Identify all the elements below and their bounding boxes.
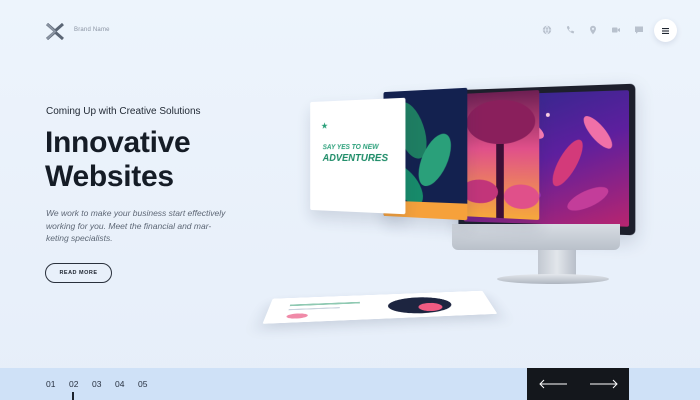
- monitor-stand-neck: [538, 250, 576, 276]
- arrow-right-icon[interactable]: [589, 379, 619, 389]
- slide-04[interactable]: 04: [115, 379, 125, 389]
- star-icon: ★: [320, 120, 329, 131]
- slide-03[interactable]: 03: [92, 379, 102, 389]
- hero-title-line1: Innovative: [45, 126, 191, 159]
- adventures-heading-small: SAY YES TO NEW: [322, 143, 379, 152]
- slide-01[interactable]: 01: [46, 379, 56, 389]
- active-slide-indicator: [72, 392, 74, 400]
- hero-title-line2: Websites: [45, 160, 174, 193]
- monitor-chin: [452, 224, 620, 250]
- landing-page: Brand Name Coming Up with Creative Solut…: [0, 0, 700, 400]
- slide-02[interactable]: 02: [69, 379, 79, 389]
- header-icons: [541, 24, 644, 35]
- slide-05[interactable]: 05: [138, 379, 148, 389]
- location-pin-icon[interactable]: [587, 24, 598, 35]
- slider-nav: [527, 368, 629, 400]
- video-icon[interactable]: [610, 24, 621, 35]
- hero-eyebrow: Coming Up with Creative Solutions: [46, 106, 201, 117]
- flat-website-card: [262, 290, 498, 324]
- orange-forest-card: [463, 89, 540, 221]
- arrow-left-icon[interactable]: [538, 379, 568, 389]
- read-more-button[interactable]: READ MORE: [45, 263, 112, 283]
- hero-description: We work to make your business start effe…: [46, 208, 226, 243]
- brand-name[interactable]: Brand Name: [74, 27, 110, 33]
- adventures-web-card: ★ SAY YES TO NEW ADVENTURES: [310, 97, 406, 215]
- slide-pagination: 01 02 03 04 05: [46, 379, 148, 389]
- phone-icon[interactable]: [564, 24, 575, 35]
- adventures-heading-big: ADVENTURES: [322, 152, 389, 165]
- menu-button[interactable]: [654, 19, 677, 42]
- chat-icon[interactable]: [633, 24, 644, 35]
- brand-logo-icon[interactable]: [45, 23, 65, 40]
- hamburger-menu-icon: [662, 27, 669, 34]
- monitor-stand-base: [497, 274, 609, 284]
- globe-icon[interactable]: [541, 24, 552, 35]
- hero-title: Innovative Websites: [45, 126, 191, 194]
